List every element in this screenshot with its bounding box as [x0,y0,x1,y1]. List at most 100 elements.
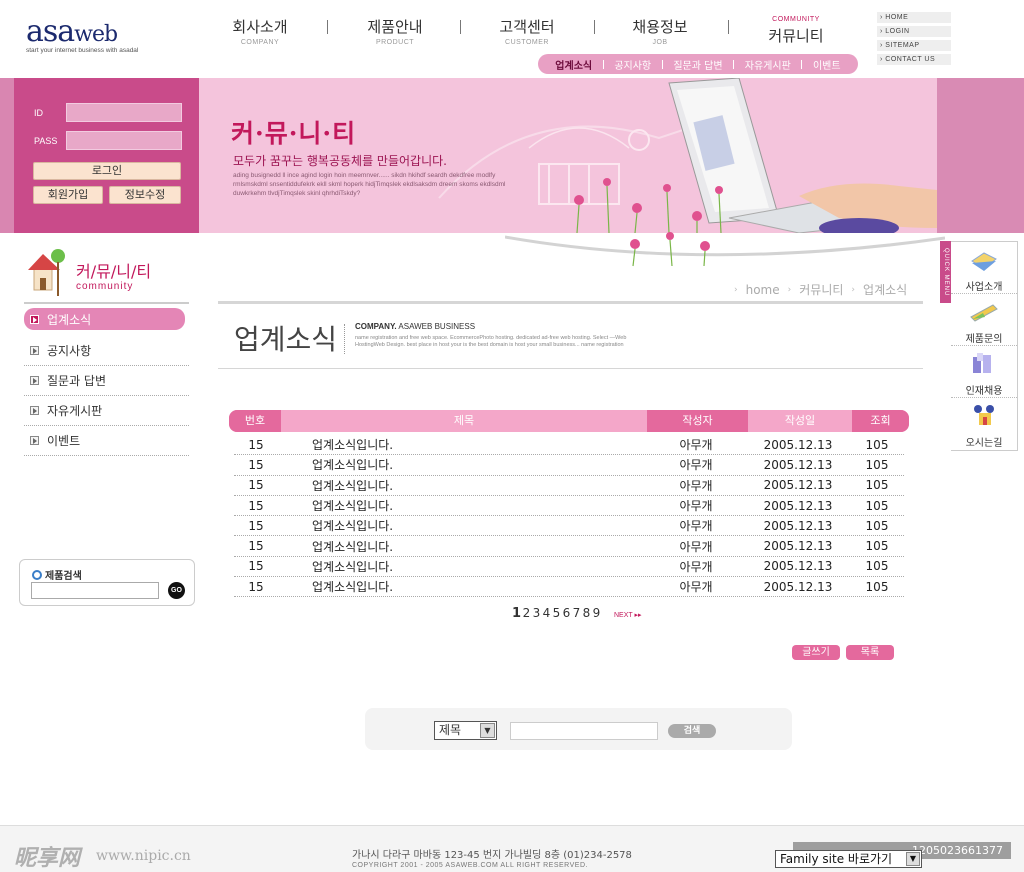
join-button[interactable]: 회원가입 [33,186,103,204]
page-link-9[interactable]: 9 [592,606,601,620]
promo-visual: 커·뮤·니·티 모두가 꿈꾸는 행복공동체를 만들어갑니다. ading bus… [199,78,937,233]
util-sitemap-link[interactable]: › SITEMAP [877,40,951,51]
page-link-6[interactable]: 6 [562,606,571,620]
gnb-divider [460,20,461,34]
table-row[interactable]: 15 업계소식입니다. 아무개 2005.12.13 105 [234,536,904,557]
page-link-1[interactable]: 1 [512,606,521,621]
cell-title[interactable]: 업계소식입니다. [278,477,646,494]
logo-tagline: start your internet business with asadal [26,47,139,54]
page-title: 업계소식 [234,323,338,356]
util-login-link[interactable]: › LOGIN [877,26,951,37]
sidebar-item-notice[interactable]: 공지사항 [24,336,189,366]
cell-views: 105 [865,437,889,452]
section-title-en: community [76,281,134,292]
board-search: 제목 ▼ 검색 [365,708,792,750]
login-button[interactable]: 로그인 [33,162,181,180]
promo-small-text: ading busignedd ll ince agind login hoin… [233,172,506,197]
gnb-label: 커뮤니티 [768,27,824,45]
cell-no: 15 [248,478,264,493]
pagination: 1 2 3 4 5 6 7 8 9 NEXT ▸▸ [512,606,642,621]
gnb-label: 회사소개 [232,18,288,36]
house-icon [28,249,65,296]
cell-title[interactable]: 업계소식입니다. [278,497,646,514]
page-link-4[interactable]: 4 [542,606,551,620]
table-row[interactable]: 15 업계소식입니다. 아무개 2005.12.13 105 [234,455,904,476]
cell-author: 아무개 [679,478,713,493]
table-row[interactable]: 15 업계소식입니다. 아무개 2005.12.13 105 [234,496,904,517]
sub-nav: 업계소식 공지사항 질문과 답변 자유게시판 이벤트 [538,54,858,74]
promo-headline: 커·뮤·니·티 [231,119,357,148]
breadcrumb: › home › 커뮤니티 › 업계소식 [734,281,907,298]
cell-author: 아무개 [679,539,713,554]
gnb-product[interactable]: 제품안내 PRODUCT [335,16,455,46]
cell-title[interactable]: 업계소식입니다. [278,578,646,595]
subnav-item-event[interactable]: 이벤트 [813,57,841,72]
cell-title[interactable]: 업계소식입니다. [278,538,646,555]
quick-item-inquiry[interactable]: 제품문의 [951,294,1017,346]
gnb-sublabel: PRODUCT [375,39,415,46]
page-link-5[interactable]: 5 [552,606,561,620]
company-line: COMPANY. ASAWEB BUSINESS [355,322,475,331]
subnav-item-qna[interactable]: 질문과 답변 [673,57,722,72]
gnb-company[interactable]: 회사소개 COMPANY [200,16,320,46]
search-field-select[interactable]: 제목 ▼ [434,721,497,740]
page-link-3[interactable]: 3 [532,606,541,620]
page-link-2[interactable]: 2 [522,606,531,620]
header-divider [344,324,345,354]
list-button[interactable]: 목록 [846,645,894,660]
pass-input[interactable] [66,131,182,150]
quick-item-business[interactable]: 사업소개 [951,242,1017,294]
cell-no: 15 [248,498,264,513]
product-search-go-button[interactable]: GO [168,582,185,599]
global-nav: 회사소개 COMPANY 제품안내 PRODUCT 고객센터 CUSTOMER … [200,16,860,52]
section-title: 커/뮤/니/티 community [24,246,189,304]
quick-item-label: 사업소개 [965,282,1003,293]
subnav-item-notice[interactable]: 공지사항 [614,57,651,72]
table-row[interactable]: 15 업계소식입니다. 아무개 2005.12.13 105 [234,435,904,456]
breadcrumb-community[interactable]: 커뮤니티 [799,281,843,298]
cell-title[interactable]: 업계소식입니다. [278,436,646,453]
quick-item-label: 인재채용 [965,386,1003,397]
cell-date: 2005.12.13 [763,498,833,513]
cell-title[interactable]: 업계소식입니다. [278,517,646,534]
search-input[interactable] [510,722,658,740]
page-link-7[interactable]: 7 [572,606,581,620]
subnav-item-freeboard[interactable]: 자유게시판 [745,57,791,72]
family-site-select[interactable]: Family site 바로가기 ▼ [775,850,922,868]
subnav-item-news[interactable]: 업계소식 [555,57,592,72]
sidebar-item-qna[interactable]: 질문과 답변 [24,366,189,396]
write-button[interactable]: 글쓰기 [792,645,840,660]
subnav-divider [801,59,803,69]
banner-curve-decoration [505,232,945,267]
id-label: ID [34,108,43,118]
caret-icon: › [734,284,738,295]
cell-title[interactable]: 업계소식입니다. [278,558,646,575]
edit-info-button[interactable]: 정보수정 [109,186,181,204]
table-row[interactable]: 15 업계소식입니다. 아무개 2005.12.13 105 [234,516,904,537]
sidebar-item-label: 공지사항 [47,344,92,358]
quick-item-recruit[interactable]: 인재채용 [951,346,1017,398]
col-title: 제목 [453,414,475,427]
sidebar-item-freeboard[interactable]: 자유게시판 [24,396,189,426]
gnb-customer[interactable]: 고객센터 CUSTOMER [467,16,587,46]
quick-item-location[interactable]: 오시는길 [951,398,1017,450]
product-search-input[interactable] [31,582,159,599]
page-link-8[interactable]: 8 [582,606,591,620]
gnb-job[interactable]: 채용정보 JOB [600,16,720,46]
cell-title[interactable]: 업계소식입니다. [278,456,646,473]
id-input[interactable] [66,103,182,122]
section-title-ko: 커/뮤/니/티 [76,262,152,281]
next-page-button[interactable]: NEXT ▸▸ [614,611,642,619]
breadcrumb-home[interactable]: home [746,283,780,297]
gnb-sublabel: JOB [652,39,668,46]
table-row[interactable]: 15 업계소식입니다. 아무개 2005.12.13 105 [234,557,904,578]
gnb-community[interactable]: COMMUNITY 커뮤니티 [736,16,856,46]
util-home-link[interactable]: › HOME [877,12,951,23]
search-button[interactable]: 검색 [668,724,716,738]
util-contact-link[interactable]: › CONTACT US [877,54,951,65]
sidebar-item-event[interactable]: 이벤트 [24,426,189,456]
table-row[interactable]: 15 업계소식입니다. 아무개 2005.12.13 105 [234,577,904,598]
table-row[interactable]: 15 업계소식입니다. 아무개 2005.12.13 105 [234,476,904,496]
sidebar-item-news[interactable]: 업계소식 [24,308,185,330]
site-logo[interactable]: asaweb start your internet business with… [26,14,138,54]
